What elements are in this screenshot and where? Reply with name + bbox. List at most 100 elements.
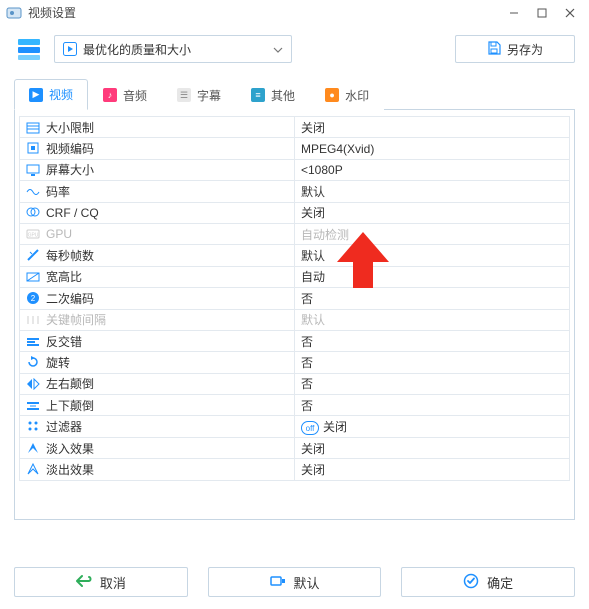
property-value-cell[interactable]: 关闭: [295, 459, 570, 480]
table-row[interactable]: 关键帧间隔 默认: [20, 309, 570, 330]
property-name-cell: 每秒帧数: [20, 245, 295, 266]
flipv-icon: [26, 399, 40, 413]
table-row[interactable]: 左右颠倒 否: [20, 373, 570, 394]
property-value: 关闭: [301, 442, 325, 456]
preset-select[interactable]: 最优化的质量和大小: [54, 35, 292, 63]
table-row[interactable]: 淡出效果 关闭: [20, 459, 570, 480]
check-circle-icon: [463, 573, 479, 592]
window-title: 视频设置: [28, 4, 501, 21]
table-row[interactable]: 视频编码MPEG4(Xvid): [20, 138, 570, 159]
property-value-cell[interactable]: 否: [295, 395, 570, 416]
topbar: 最优化的质量和大小 另存为: [0, 26, 589, 74]
property-name-cell: 大小限制: [20, 117, 295, 138]
tab-other[interactable]: ≡ 其他: [236, 79, 310, 110]
property-value: 否: [301, 292, 313, 306]
property-value-cell[interactable]: 默认: [295, 181, 570, 202]
property-name: 大小限制: [46, 121, 94, 135]
property-name-cell: CRF / CQ: [20, 202, 295, 223]
tabs: ▶ 视频 ♪ 音频 ☰ 字幕 ≡ 其他 ● 水印: [14, 78, 575, 110]
property-name: 淡出效果: [46, 463, 94, 477]
property-value-cell[interactable]: MPEG4(Xvid): [295, 138, 570, 159]
ok-button[interactable]: 确定: [401, 567, 575, 597]
property-value-cell[interactable]: 自动检测: [295, 223, 570, 244]
property-value: 否: [301, 335, 313, 349]
property-value-cell[interactable]: 否: [295, 352, 570, 373]
screen-size-icon: [26, 163, 40, 177]
table-row[interactable]: CRF / CQ 关闭: [20, 202, 570, 223]
maximize-button[interactable]: [529, 3, 555, 23]
property-value: 关闭: [323, 420, 347, 434]
table-row[interactable]: 过滤器off关闭: [20, 416, 570, 437]
property-name: 反交错: [46, 335, 82, 349]
titlebar: 视频设置: [0, 0, 589, 26]
content: ▶ 视频 ♪ 音频 ☰ 字幕 ≡ 其他 ● 水印 大小限制关闭视频编码MPEG4…: [0, 74, 589, 520]
crf-icon: [26, 205, 40, 219]
tab-watermark[interactable]: ● 水印: [310, 79, 384, 110]
default-label: 默认: [294, 573, 320, 592]
property-name: 屏幕大小: [46, 163, 94, 177]
property-name: 关键帧间隔: [46, 313, 106, 327]
twopass-icon: 2: [26, 291, 40, 305]
table-row[interactable]: 2二次编码否: [20, 288, 570, 309]
tab-label: 其他: [271, 87, 295, 104]
property-name-cell: 码率: [20, 181, 295, 202]
size-limit-icon: [26, 121, 40, 135]
tab-video[interactable]: ▶ 视频: [14, 79, 88, 110]
property-name: 每秒帧数: [46, 249, 94, 263]
svg-text:2: 2: [31, 294, 36, 303]
property-name-cell: 上下颠倒: [20, 395, 295, 416]
gpu-icon: GPU: [26, 227, 40, 241]
bitrate-icon: [26, 185, 40, 199]
property-name-cell: 反交错: [20, 330, 295, 351]
tab-subtitle[interactable]: ☰ 字幕: [162, 79, 236, 110]
watermark-tab-icon: ●: [325, 88, 339, 102]
keyframe-icon: [26, 313, 40, 327]
table-row[interactable]: GPUGPU自动检测: [20, 223, 570, 244]
property-value-cell[interactable]: 否: [295, 288, 570, 309]
table-row[interactable]: 淡入效果关闭: [20, 437, 570, 458]
fadein-icon: [26, 441, 40, 455]
property-value-cell[interactable]: 默认: [295, 309, 570, 330]
property-value-cell[interactable]: 否: [295, 373, 570, 394]
property-value-cell[interactable]: 自动: [295, 266, 570, 287]
property-name: 左右颠倒: [46, 377, 94, 391]
tab-label: 水印: [345, 87, 369, 104]
property-value: 关闭: [301, 121, 325, 135]
property-name-cell: 宽高比: [20, 266, 295, 287]
property-name: CRF / CQ: [46, 206, 99, 220]
property-name-cell: 视频编码: [20, 138, 295, 159]
close-button[interactable]: [557, 3, 583, 23]
save-as-label: 另存为: [507, 41, 543, 58]
table-row[interactable]: 屏幕大小 <1080P: [20, 159, 570, 180]
property-value-cell[interactable]: 关闭: [295, 117, 570, 138]
property-name-cell: 过滤器: [20, 416, 295, 437]
property-value-cell[interactable]: 关闭: [295, 202, 570, 223]
property-name-cell: 淡入效果: [20, 437, 295, 458]
table-row[interactable]: 反交错 否: [20, 330, 570, 351]
other-tab-icon: ≡: [251, 88, 265, 102]
minimize-button[interactable]: [501, 3, 527, 23]
property-value-cell[interactable]: 关闭: [295, 437, 570, 458]
table-row[interactable]: 码率默认: [20, 181, 570, 202]
property-value: 默认: [301, 249, 325, 263]
default-button[interactable]: 默认: [208, 567, 382, 597]
table-row[interactable]: 大小限制 关闭: [20, 117, 570, 138]
table-row[interactable]: 旋转否: [20, 352, 570, 373]
property-value-cell[interactable]: 否: [295, 330, 570, 351]
deinterlace-icon: [26, 335, 40, 349]
property-value-cell[interactable]: 默认: [295, 245, 570, 266]
table-row[interactable]: 每秒帧数 默认: [20, 245, 570, 266]
cancel-button[interactable]: 取消: [14, 567, 188, 597]
subtitle-tab-icon: ☰: [177, 88, 191, 102]
save-icon: [487, 41, 501, 58]
table-row[interactable]: 宽高比自动: [20, 266, 570, 287]
fadeout-icon: [26, 462, 40, 476]
save-as-button[interactable]: 另存为: [455, 35, 575, 63]
tab-audio[interactable]: ♪ 音频: [88, 79, 162, 110]
property-value: 关闭: [301, 206, 325, 220]
property-value-cell[interactable]: <1080P: [295, 159, 570, 180]
table-row[interactable]: 上下颠倒否: [20, 395, 570, 416]
app-icon: [6, 5, 22, 21]
ok-label: 确定: [487, 573, 513, 592]
property-value-cell[interactable]: off关闭: [295, 416, 570, 437]
